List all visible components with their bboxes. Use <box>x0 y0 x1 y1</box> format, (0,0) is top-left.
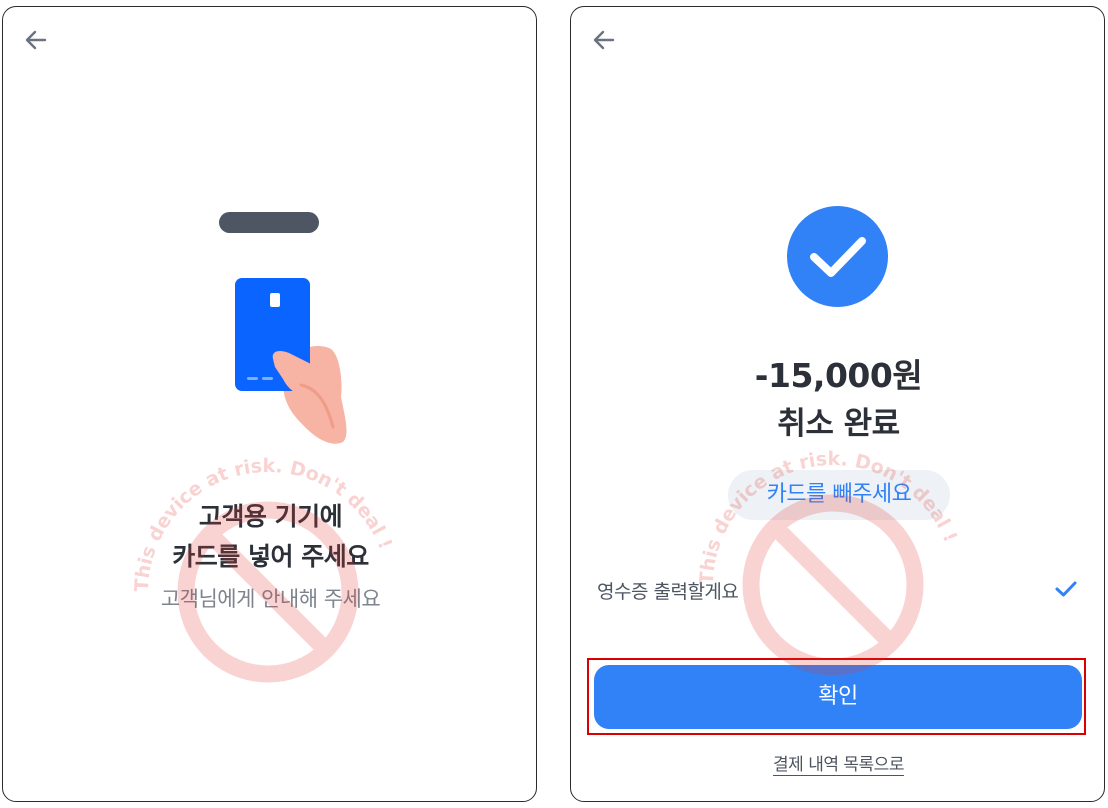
check-circle-icon <box>787 206 888 307</box>
card-reader-slot <box>219 212 319 233</box>
instruction-subtitle: 고객님에게 안내해 주세요 <box>160 587 381 611</box>
cancel-amount: -15,000원 <box>754 356 923 395</box>
arrow-left-icon <box>25 30 47 50</box>
receipt-option-label: 영수증 출력할게요 <box>597 581 739 603</box>
hand-holding-card-icon <box>235 278 347 444</box>
cancel-status: 취소 완료 <box>777 406 900 442</box>
back-button[interactable] <box>21 25 51 55</box>
cancel-complete-screen: -15,000원 취소 완료 카드를 빼주세요 영수증 출력할게요 확인 결제 … <box>570 6 1105 802</box>
remove-card-notice: 카드를 빼주세요 <box>728 470 950 520</box>
payment-history-link[interactable]: 결제 내역 목록으로 <box>773 755 904 775</box>
instruction-title-line2: 카드를 넣어 주세요 <box>172 542 369 571</box>
arrow-left-icon <box>593 30 615 50</box>
instruction-title-line1: 고객용 기기에 <box>198 502 343 531</box>
confirm-button[interactable]: 확인 <box>594 665 1082 729</box>
back-button[interactable] <box>589 25 619 55</box>
receipt-print-option[interactable]: 영수증 출력할게요 <box>593 569 1078 609</box>
insert-card-screen: 고객용 기기에 카드를 넣어 주세요 고객님에게 안내해 주세요 This de… <box>2 6 537 802</box>
checkmark-icon <box>1055 581 1077 597</box>
